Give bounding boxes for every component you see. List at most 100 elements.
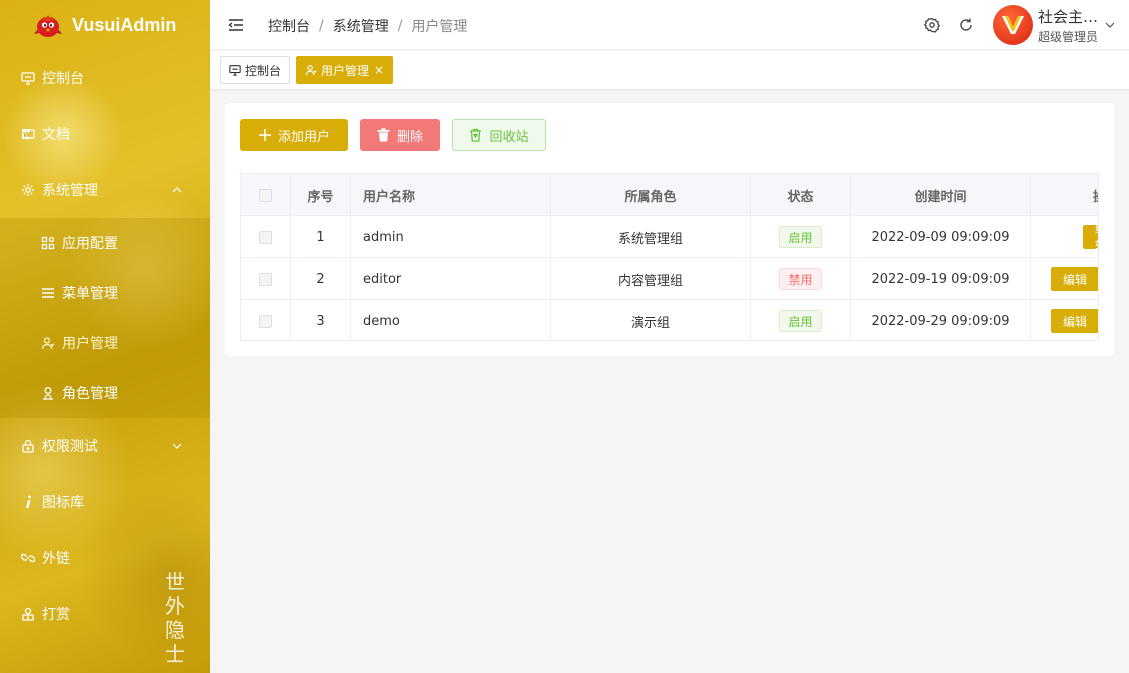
sidebar-item-docs[interactable]: W 文档 — [0, 106, 210, 162]
recycle-bin-button[interactable]: 回收站 — [452, 119, 546, 151]
status-cell: 启用 — [751, 300, 851, 340]
delete-button[interactable]: 删除 — [360, 119, 440, 151]
operation-cell: 编辑 — [1031, 258, 1098, 300]
user-group-icon — [40, 335, 56, 351]
role-cell: 系统管理组 — [551, 216, 751, 258]
sidebar-item-label: 图标库 — [42, 495, 84, 511]
breadcrumb-separator: / — [397, 18, 403, 34]
select-all-cell — [241, 174, 291, 216]
operation-cell: 编辑 — [1031, 216, 1098, 258]
sidebar-item-label: 打赏 — [42, 607, 70, 623]
row-index: 1 — [291, 216, 351, 258]
close-icon[interactable]: × — [374, 63, 384, 77]
sidebar-item-app-config[interactable]: 应用配置 — [0, 218, 210, 268]
status-cell: 启用 — [751, 216, 851, 258]
settings-icon[interactable] — [923, 17, 941, 33]
user-table: 序号 用户名称 所属角色 状态 创建时间 操 1 admin 系统管理组 启用 … — [240, 173, 1099, 341]
table-header-row: 序号 用户名称 所属角色 状态 创建时间 操 — [241, 174, 1098, 216]
sidebar-item-label: 应用配置 — [62, 236, 118, 252]
breadcrumb-separator: / — [319, 18, 324, 34]
link-icon — [20, 550, 36, 566]
breadcrumb-item[interactable]: 控制台 — [268, 16, 310, 36]
created-time-cell: 2022-09-09 09:09:09 — [851, 216, 1031, 258]
status-badge: 禁用 — [779, 268, 822, 290]
recycle-bin-label: 回收站 — [489, 129, 529, 145]
row-checkbox[interactable] — [259, 272, 272, 286]
sidebar-item-permission[interactable]: 权限测试 — [0, 418, 210, 474]
sidebar-item-role-manage[interactable]: 角色管理 — [0, 368, 210, 418]
reward-icon — [20, 606, 36, 622]
sidebar: VusuiAdmin 控制台 W 文档 系统管理 应用配置 菜单管理 用户管理 … — [0, 0, 210, 673]
table-row: 2 editor 内容管理组 禁用 2022-09-19 09:09:09 编辑 — [241, 258, 1098, 300]
sidebar-item-label: 菜单管理 — [62, 286, 118, 302]
user-role: 超级管理员 — [1038, 30, 1099, 44]
breadcrumb-current: 用户管理 — [411, 19, 468, 35]
row-checkbox[interactable] — [259, 314, 272, 328]
sidebar-item-user-manage[interactable]: 用户管理 — [0, 318, 210, 368]
column-header: 用户名称 — [351, 174, 551, 216]
lock-icon — [20, 438, 36, 454]
monitor-icon — [229, 64, 241, 76]
sidebar-item-label: 系统管理 — [42, 183, 98, 199]
status-badge: 启用 — [779, 310, 822, 332]
row-index: 2 — [291, 258, 351, 300]
sidebar-item-label: 外链 — [42, 551, 70, 567]
add-user-button[interactable]: 添加用户 — [240, 119, 348, 151]
monitor-icon — [20, 70, 36, 86]
tab-user-manage[interactable]: 用户管理 × — [296, 56, 394, 84]
chevron-down-icon — [172, 439, 182, 455]
column-header: 状态 — [751, 174, 851, 216]
column-header: 序号 — [291, 174, 351, 216]
row-select-cell — [241, 258, 291, 300]
select-all-checkbox[interactable] — [259, 188, 272, 202]
tab-dashboard[interactable]: 控制台 — [220, 56, 291, 84]
logo-bird-icon — [34, 12, 62, 38]
calligraphy-seal: 世外隐士 — [165, 570, 185, 666]
chevron-down-icon[interactable] — [1105, 19, 1115, 34]
sidebar-item-label: 权限测试 — [42, 439, 98, 455]
info-italic-icon — [20, 494, 36, 510]
column-header: 操 — [1031, 174, 1098, 216]
operation-cell: 编辑 — [1031, 300, 1098, 340]
app-name: VusuiAdmin — [72, 14, 177, 35]
svg-text:W: W — [23, 131, 31, 139]
sidebar-item-dashboard[interactable]: 控制台 — [0, 50, 210, 106]
list-icon — [40, 285, 56, 301]
user-name-cell: demo — [351, 300, 551, 340]
plus-icon — [258, 128, 272, 142]
user-name-cell: editor — [351, 258, 551, 300]
user-list-card: 添加用户 删除 回收站 序号 用户名称 所属角色 状态 创建时间 操 1 adm… — [225, 103, 1114, 356]
user-icon — [40, 385, 56, 401]
breadcrumb: 控制台 / 系统管理 / 用户管理 — [268, 16, 467, 36]
sidebar-item-system[interactable]: 系统管理 — [0, 162, 210, 218]
gear-icon — [20, 182, 36, 198]
role-cell: 演示组 — [551, 300, 751, 340]
role-cell: 内容管理组 — [551, 258, 751, 300]
sidebar-item-icons[interactable]: 图标库 — [0, 474, 210, 530]
table-row: 3 demo 演示组 启用 2022-09-29 09:09:09 编辑 — [241, 300, 1098, 340]
created-time-cell: 2022-09-29 09:09:09 — [851, 300, 1031, 340]
row-index: 3 — [291, 300, 351, 340]
user-group-icon — [305, 64, 317, 76]
sidebar-item-label: 角色管理 — [62, 386, 118, 402]
edit-button[interactable]: 编辑 — [1051, 267, 1098, 291]
row-checkbox[interactable] — [259, 230, 272, 244]
user-name[interactable]: 社会主… — [1038, 6, 1108, 27]
edit-button[interactable]: 编辑 — [1083, 222, 1098, 253]
sidebar-item-menu-manage[interactable]: 菜单管理 — [0, 268, 210, 318]
status-badge: 启用 — [779, 226, 822, 248]
row-select-cell — [241, 216, 291, 258]
edit-button[interactable]: 编辑 — [1051, 309, 1098, 333]
user-name-cell: admin — [351, 216, 551, 258]
tab-label: 控制台 — [245, 63, 282, 78]
top-header: 控制台 / 系统管理 / 用户管理 社会主… 超级管理员 — [210, 0, 1129, 50]
trash-icon — [377, 128, 391, 142]
tabs-bar: 控制台 用户管理 × — [210, 51, 1129, 90]
sidebar-item-label: 用户管理 — [62, 336, 118, 352]
status-cell: 禁用 — [751, 258, 851, 300]
breadcrumb-item[interactable]: 系统管理 — [333, 16, 389, 36]
menu-fold-icon[interactable] — [228, 17, 244, 33]
avatar[interactable] — [993, 5, 1033, 45]
logo[interactable]: VusuiAdmin — [0, 0, 210, 50]
refresh-icon[interactable] — [958, 17, 974, 33]
